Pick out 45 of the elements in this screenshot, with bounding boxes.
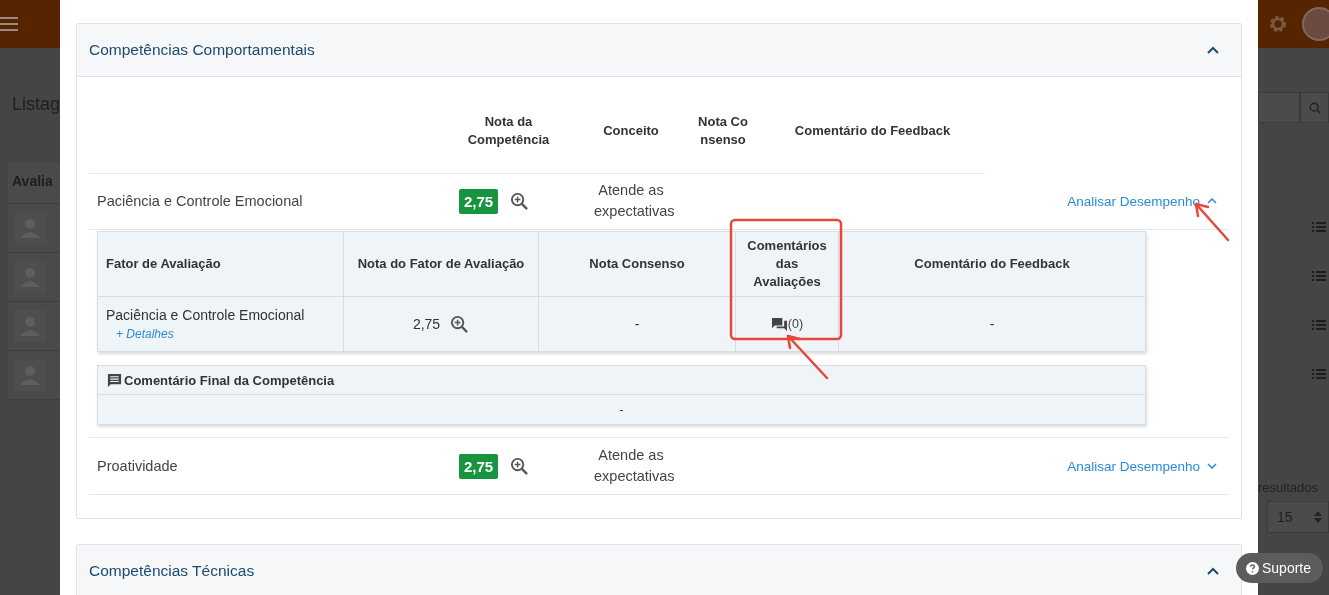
chevron-down-icon[interactable] bbox=[1207, 463, 1217, 469]
user-avatar[interactable] bbox=[1302, 7, 1329, 41]
section-title: Competências Técnicas bbox=[89, 562, 255, 580]
column-header: Nota da Competência bbox=[441, 89, 576, 174]
column-header: Nota do Fator de Avaliação bbox=[344, 232, 539, 296]
section-title: Competências Comportamentais bbox=[89, 41, 315, 59]
sort-arrows-icon bbox=[1314, 511, 1322, 523]
competency-name: Proatividade bbox=[96, 458, 179, 474]
column-header: Conceito bbox=[576, 89, 686, 174]
competency-name: Paciência e Controle Emocional bbox=[96, 193, 304, 209]
analyze-link[interactable]: Analisar Desempenho bbox=[1067, 458, 1217, 474]
column-header: Fator de Avaliação bbox=[98, 232, 344, 296]
chevron-up-icon[interactable] bbox=[1207, 567, 1219, 575]
grade-badge: 2,75 bbox=[459, 453, 499, 479]
column-header: Comentário do Feedback bbox=[913, 255, 1071, 273]
support-button[interactable]: Suporte bbox=[1236, 553, 1324, 583]
zoom-in-icon[interactable] bbox=[510, 191, 530, 211]
search-field[interactable] bbox=[1258, 92, 1300, 123]
comments-icon[interactable] bbox=[770, 316, 788, 332]
grade-badge: 2,75 bbox=[459, 188, 499, 214]
zoom-in-icon[interactable] bbox=[450, 314, 470, 334]
analyze-link[interactable]: Analisar Desempenho bbox=[1067, 193, 1217, 209]
concept-text: Atende as expectativas bbox=[593, 446, 676, 486]
details-link[interactable]: + Detalhes bbox=[116, 327, 174, 341]
settings-icon[interactable] bbox=[1268, 14, 1288, 34]
final-comment-value: - bbox=[619, 402, 624, 417]
column-header: Comentários das Avaliações bbox=[736, 232, 839, 296]
final-comment-title: Comentário Final da Competência bbox=[124, 372, 335, 388]
factor-name: Paciência e Controle Emocional bbox=[106, 307, 305, 323]
column-header: Comentário do Feedback bbox=[760, 89, 985, 174]
help-icon bbox=[1246, 561, 1259, 575]
zoom-in-icon[interactable] bbox=[510, 456, 530, 476]
search-icon bbox=[1308, 101, 1321, 114]
comment-count[interactable]: (0) bbox=[787, 317, 804, 331]
chevron-up-icon[interactable] bbox=[1207, 198, 1217, 204]
comment-icon bbox=[107, 372, 122, 388]
column-header: Nota Consenso bbox=[539, 232, 736, 296]
table-cell: - bbox=[989, 316, 995, 332]
concept-text: Atende as expectativas bbox=[593, 181, 676, 221]
menu-icon[interactable] bbox=[0, 17, 18, 31]
chevron-up-icon[interactable] bbox=[1207, 46, 1219, 54]
table-cell: - bbox=[634, 316, 640, 332]
column-header: Nota Consenso bbox=[686, 89, 760, 174]
annotation-arrow bbox=[786, 334, 829, 380]
factor-grade: 2,75 bbox=[412, 316, 441, 332]
